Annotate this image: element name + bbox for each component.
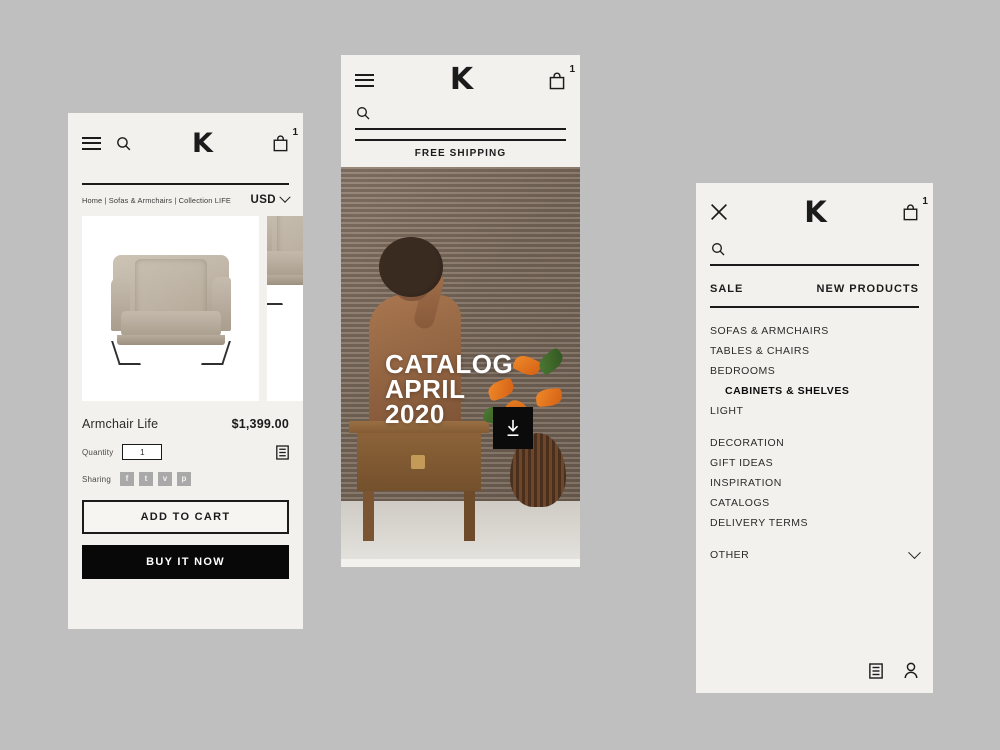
close-icon[interactable] xyxy=(710,203,728,221)
menu-item-inspiration[interactable]: INSPIRATION xyxy=(710,473,919,493)
search-field[interactable] xyxy=(710,241,919,266)
search-icon[interactable] xyxy=(710,241,726,257)
chevron-down-icon xyxy=(279,191,291,203)
menu-item-delivery-terms[interactable]: DELIVERY TERMS xyxy=(710,513,919,533)
armchair-image-next xyxy=(267,216,303,305)
screen-canvas: K 1 Home | Sofas & Armchairs | Collectio… xyxy=(0,0,1000,750)
twitter-icon[interactable]: t xyxy=(138,472,153,486)
hamburger-icon[interactable] xyxy=(82,136,101,150)
sharing-label: Sharing xyxy=(82,474,111,484)
shopping-bag-icon[interactable]: 1 xyxy=(548,64,575,90)
gallery-slide-next[interactable] xyxy=(267,216,303,401)
menu-tab-bar: SALE NEW PRODUCTS xyxy=(710,283,919,308)
menu-item-sofas-armchairs[interactable]: SOFAS & ARMCHAIRS xyxy=(710,321,919,341)
menu-item-decoration[interactable]: DECORATION xyxy=(710,433,919,453)
viber-icon[interactable]: v xyxy=(157,472,172,486)
promo-header: K 1 xyxy=(341,55,580,105)
menu-category-list: SOFAS & ARMCHAIRS TABLES & CHAIRS BEDROO… xyxy=(696,308,933,565)
quantity-label: Quantity xyxy=(82,447,114,457)
bag-count-badge: 1 xyxy=(292,127,298,138)
menu-footer xyxy=(869,662,919,679)
facebook-icon[interactable]: f xyxy=(119,472,134,486)
brand-logo[interactable]: K xyxy=(450,65,473,95)
quantity-row: Quantity xyxy=(68,431,303,460)
free-shipping-banner: FREE SHIPPING xyxy=(355,139,566,167)
product-detail-panel: K 1 Home | Sofas & Armchairs | Collectio… xyxy=(68,113,303,629)
add-to-cart-button[interactable]: ADD TO CART xyxy=(82,500,289,534)
quantity-stepper[interactable] xyxy=(122,444,163,460)
menu-item-other[interactable]: OTHER xyxy=(710,545,921,565)
page-title: Armchair Life xyxy=(82,417,159,431)
account-icon[interactable] xyxy=(903,662,919,679)
breadcrumb[interactable]: Home | Sofas & Armchairs | Collection LI… xyxy=(82,196,231,205)
brand-logo[interactable]: K xyxy=(804,197,827,227)
menu-item-bedrooms[interactable]: BEDROOMS xyxy=(710,361,919,381)
menu-item-tables-chairs[interactable]: TABLES & CHAIRS xyxy=(710,341,919,361)
promo-hero-image: CATALOG APRIL 2020 xyxy=(341,167,580,559)
search-icon[interactable] xyxy=(355,105,371,121)
search-input[interactable] xyxy=(379,107,566,119)
chevron-down-icon xyxy=(908,545,921,559)
armchair-image xyxy=(105,249,237,369)
menu-item-catalogs[interactable]: CATALOGS xyxy=(710,493,919,513)
menu-divider-gap xyxy=(710,421,919,433)
list-details-icon[interactable] xyxy=(869,662,883,679)
product-summary: Armchair Life $1,399.00 xyxy=(68,401,303,431)
product-price: $1,399.00 xyxy=(231,417,289,431)
bag-count-badge: 1 xyxy=(922,196,928,207)
search-icon[interactable] xyxy=(115,135,132,152)
shopping-bag-icon[interactable]: 1 xyxy=(902,197,928,221)
promo-search-row xyxy=(341,105,580,130)
currency-selector[interactable]: USD xyxy=(250,191,291,206)
bag-count-badge: 1 xyxy=(569,63,575,75)
pdp-header: K 1 xyxy=(68,113,303,173)
promo-panel: K 1 FREE SHIPPING CATALOG APRIL 2020 xyxy=(341,55,580,567)
menu-item-gift-ideas[interactable]: GIFT IDEAS xyxy=(710,453,919,473)
hamburger-icon[interactable] xyxy=(355,73,374,87)
menu-divider-gap-2 xyxy=(710,533,919,545)
pinterest-icon[interactable]: p xyxy=(176,472,191,486)
breadcrumb-row: Home | Sofas & Armchairs | Collection LI… xyxy=(68,185,303,216)
menu-search-row xyxy=(696,241,933,266)
download-catalog-button[interactable] xyxy=(493,407,533,449)
brand-logo[interactable]: K xyxy=(192,130,213,157)
share-icon-group: f t v p xyxy=(119,472,191,486)
menu-item-other-label: OTHER xyxy=(710,549,750,561)
buy-it-now-button[interactable]: BUY IT NOW xyxy=(82,545,289,579)
search-field[interactable] xyxy=(355,105,566,130)
list-details-icon[interactable] xyxy=(276,444,289,460)
navigation-menu-panel: K 1 SALE NEW PRODUCTS SOFAS & ARMCHAIRS … xyxy=(696,183,933,693)
currency-label: USD xyxy=(250,194,276,206)
gallery-slide-primary[interactable] xyxy=(82,216,259,401)
search-input[interactable] xyxy=(734,243,919,255)
menu-item-light[interactable]: LIGHT xyxy=(710,401,919,421)
sharing-row: Sharing f t v p xyxy=(68,460,303,486)
menu-item-cabinets-shelves[interactable]: CABINETS & SHELVES xyxy=(710,381,919,401)
product-gallery[interactable] xyxy=(68,216,303,401)
tab-new-products[interactable]: NEW PRODUCTS xyxy=(817,283,919,295)
tab-sale[interactable]: SALE xyxy=(710,283,743,295)
menu-header: K 1 xyxy=(696,183,933,241)
nightstand-furniture xyxy=(349,421,489,541)
shopping-bag-icon[interactable]: 1 xyxy=(272,128,298,152)
